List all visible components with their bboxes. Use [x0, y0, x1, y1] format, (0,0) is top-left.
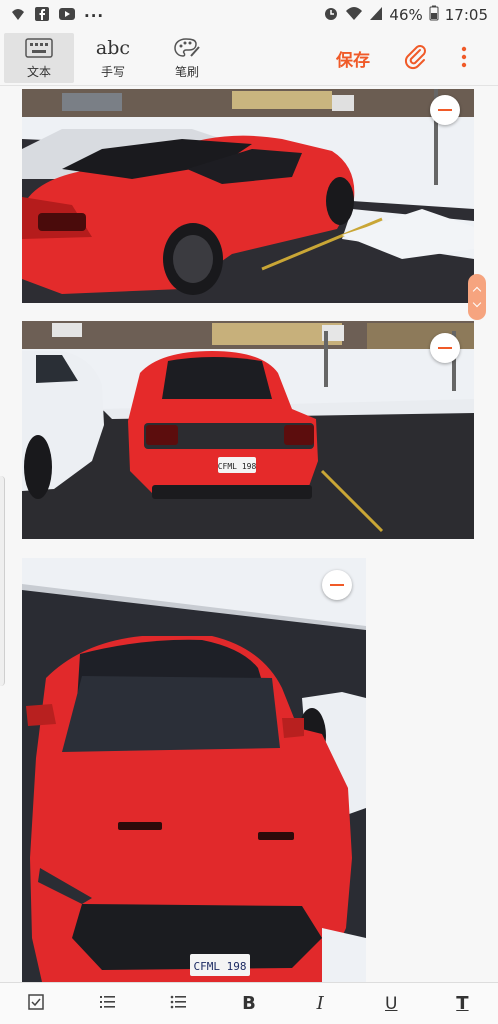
remove-photo-1-button[interactable]: [430, 95, 460, 125]
mode-text-label: 文本: [26, 65, 51, 79]
signal-icon: [369, 5, 383, 25]
attach-button[interactable]: [404, 44, 428, 74]
alarm-icon: [323, 5, 339, 25]
more-notifications-icon: ···: [84, 7, 105, 25]
handwriting-abc-icon: abc: [95, 37, 131, 59]
more-options-button[interactable]: [460, 44, 468, 74]
wifi-call-icon: [10, 6, 26, 26]
note-content[interactable]: CFML 198 CFML 198: [0, 86, 498, 982]
mode-brush-label: 笔刷: [174, 65, 199, 79]
editor-toolbar: 文本 abc 手写 笔刷 保存: [0, 30, 498, 86]
bold-button[interactable]: B: [231, 986, 267, 1022]
formatting-toolbar: B I U T: [0, 982, 498, 1024]
photo-3[interactable]: CFML 198: [22, 558, 366, 982]
more-vertical-icon: [460, 46, 468, 74]
photo-2-image: CFML 198: [22, 321, 474, 539]
palette-brush-icon: [152, 33, 222, 63]
bulleted-list-icon: [169, 994, 187, 1014]
clock: 17:05: [444, 6, 488, 24]
photo-1-image: [22, 89, 474, 303]
wifi-icon: [345, 5, 363, 25]
mode-handwriting-label: 手写: [100, 65, 125, 79]
checkbox-button[interactable]: [18, 986, 54, 1022]
photo-2[interactable]: CFML 198: [22, 321, 474, 539]
mode-text-button[interactable]: 文本: [4, 33, 74, 83]
save-button[interactable]: 保存: [336, 46, 370, 71]
edge-panel-handle[interactable]: [0, 476, 5, 686]
facebook-icon: [34, 6, 50, 26]
mode-handwriting-button[interactable]: abc 手写: [78, 33, 148, 83]
checkbox-icon: [27, 993, 45, 1015]
underline-button[interactable]: U: [373, 986, 409, 1022]
numbered-list-icon: [98, 994, 116, 1014]
keyboard-icon: [4, 33, 74, 63]
photo-2-plate: CFML 198: [218, 462, 257, 471]
photo-1[interactable]: [22, 89, 474, 303]
photo-3-plate: CFML 198: [194, 960, 247, 973]
scroll-handle[interactable]: [468, 274, 486, 320]
photo-3-image: CFML 198: [22, 558, 366, 982]
mode-brush-button[interactable]: 笔刷: [152, 33, 222, 83]
battery-percent: 46%: [389, 6, 423, 24]
status-bar: ··· 46% 17:05: [0, 0, 498, 30]
remove-photo-3-button[interactable]: [322, 570, 352, 600]
battery-icon: [429, 5, 439, 25]
remove-photo-2-button[interactable]: [430, 333, 460, 363]
text-style-button[interactable]: T: [444, 986, 480, 1022]
numbered-list-button[interactable]: [89, 986, 125, 1022]
italic-button[interactable]: I: [302, 986, 338, 1022]
youtube-icon: [58, 6, 76, 26]
bulleted-list-button[interactable]: [160, 986, 196, 1022]
paperclip-icon: [404, 45, 428, 74]
